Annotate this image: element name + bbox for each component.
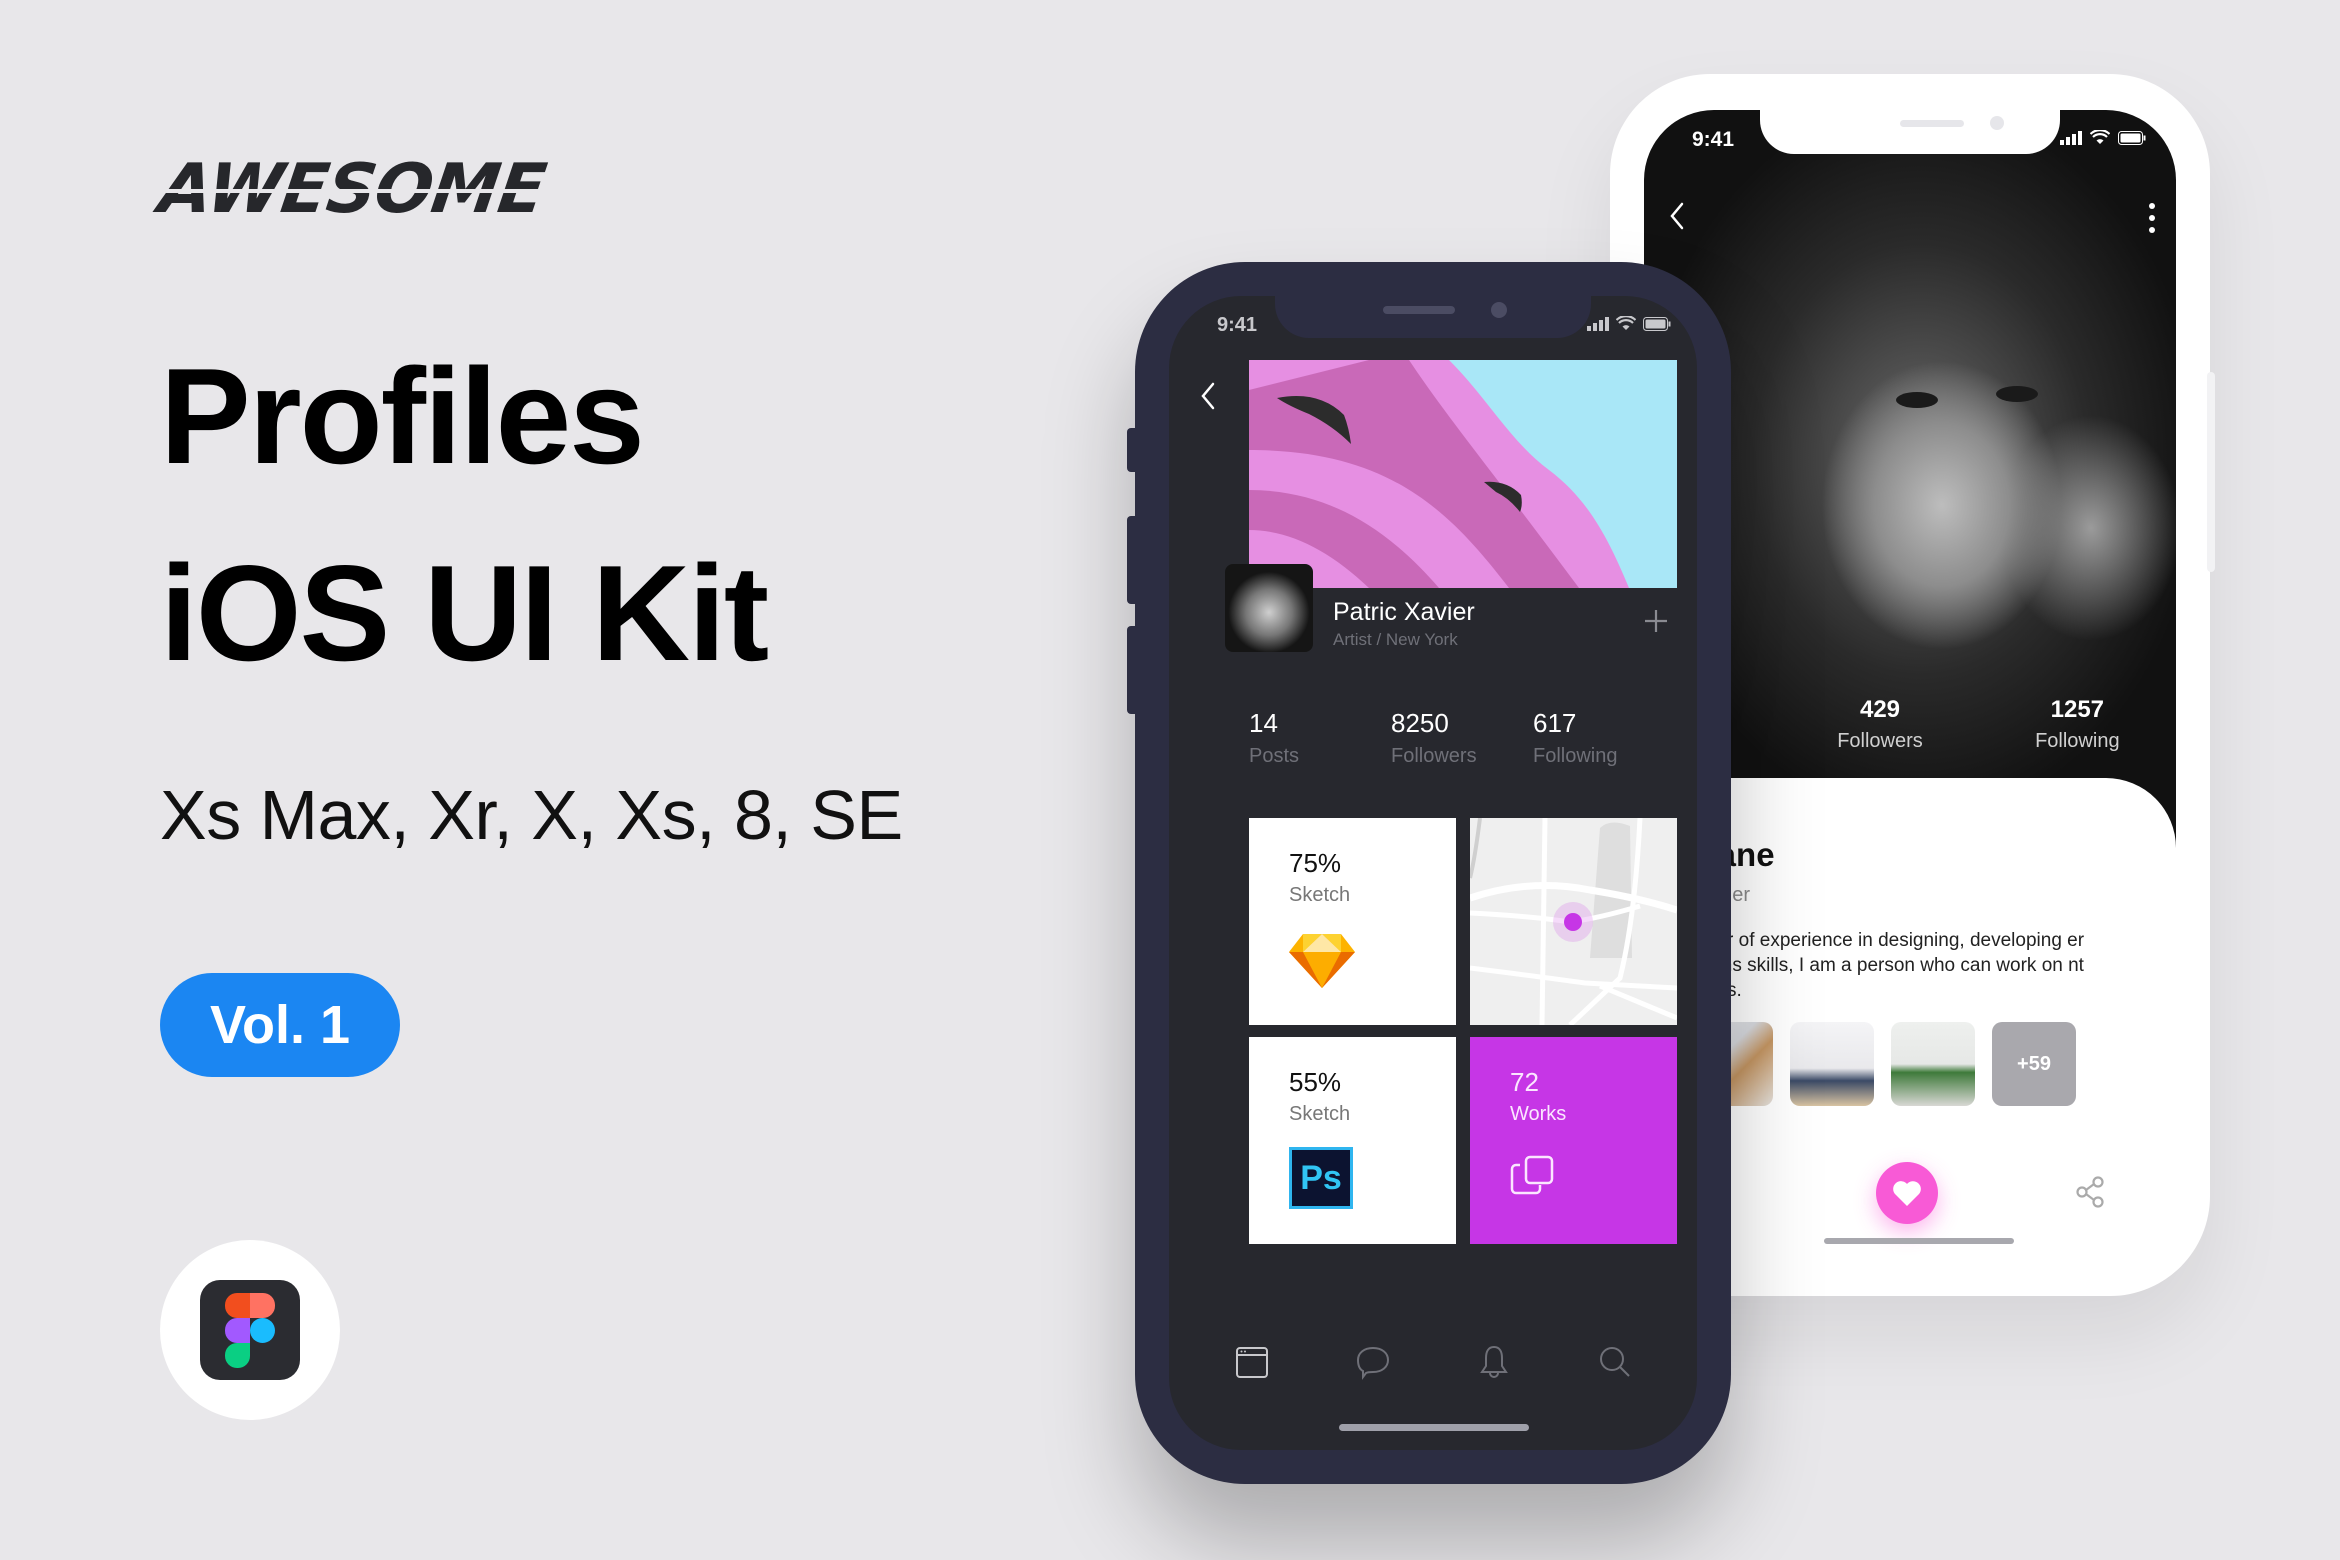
volume-badge: Vol. 1 xyxy=(160,973,400,1077)
dark-phone-screen: 9:41 Patric Xavier Artist / New York 14 P… xyxy=(1169,296,1697,1450)
stat-followers[interactable]: 8250 Followers xyxy=(1391,708,1533,768)
signal-icon xyxy=(1587,316,1609,331)
phone-notch xyxy=(1760,110,2060,154)
volume-up-button xyxy=(1127,516,1137,604)
back-button[interactable] xyxy=(1193,376,1223,416)
home-indicator[interactable] xyxy=(1824,1238,2014,1244)
skill-card-sketch[interactable]: 75% Sketch xyxy=(1249,818,1456,1025)
gallery-more-button[interactable]: +59 xyxy=(1992,1022,2076,1106)
follow-plus-button[interactable] xyxy=(1643,608,1669,634)
brand-logo: AWESOME xyxy=(154,150,549,229)
tab-chat-bubble-icon[interactable] xyxy=(1355,1344,1391,1380)
cover-art xyxy=(1249,360,1677,588)
gallery-thumb[interactable] xyxy=(1790,1022,1874,1106)
tab-browser-window-icon[interactable] xyxy=(1234,1344,1270,1380)
like-button[interactable] xyxy=(1876,1162,1938,1224)
headline-subtitle: iOS UI Kit xyxy=(160,537,769,689)
status-time: 9:41 xyxy=(1692,128,1735,151)
brand-slash-line xyxy=(155,188,549,193)
copy-icon xyxy=(1510,1155,1554,1195)
wifi-icon xyxy=(2090,130,2110,144)
status-time: 9:41 xyxy=(1217,314,1258,336)
status-icons xyxy=(1587,316,1671,331)
tab-search-icon[interactable] xyxy=(1597,1344,1633,1380)
tab-bar xyxy=(1169,1344,1697,1380)
battery-icon xyxy=(2118,130,2146,145)
back-button[interactable] xyxy=(1662,196,1694,236)
mute-switch xyxy=(1127,428,1137,472)
map-tiles xyxy=(1470,818,1677,1025)
skills-grid: 75% Sketch 55% Sketch Ps 72 Works xyxy=(1249,818,1677,1244)
more-options-button[interactable] xyxy=(2142,198,2162,238)
phone-notch xyxy=(1275,296,1591,338)
stat-followers[interactable]: 429 Followers xyxy=(1781,696,1978,753)
wifi-icon xyxy=(1616,316,1636,330)
signal-icon xyxy=(2060,130,2082,145)
figma-icon xyxy=(200,1280,300,1380)
profile-stats: 14 Posts 8250 Followers 617 Following xyxy=(1249,708,1675,768)
battery-icon xyxy=(1643,316,1671,331)
volume-down-button xyxy=(1127,626,1137,714)
skill-card-photoshop[interactable]: 55% Sketch Ps xyxy=(1249,1037,1456,1244)
share-button[interactable] xyxy=(2076,1176,2106,1208)
profile-bio: ne year of experience in designing, deve… xyxy=(1670,930,2085,1001)
cover-image xyxy=(1249,360,1677,588)
location-pin-icon xyxy=(1564,913,1582,931)
location-map[interactable] xyxy=(1470,818,1677,1025)
heart-icon xyxy=(1893,1181,1921,1206)
supported-devices: Xs Max, Xr, X, Xs, 8, SE xyxy=(160,776,903,854)
sketch-icon xyxy=(1289,934,1355,988)
photoshop-icon: Ps xyxy=(1289,1147,1353,1209)
profile-avatar[interactable] xyxy=(1225,564,1313,652)
gallery-thumb[interactable] xyxy=(1891,1022,1975,1106)
status-icons xyxy=(2060,130,2146,145)
profile-subtitle: Artist / New York xyxy=(1333,630,1458,649)
profile-name: Patric Xavier xyxy=(1333,598,1475,626)
home-indicator[interactable] xyxy=(1339,1424,1529,1431)
tab-bell-icon[interactable] xyxy=(1476,1344,1512,1380)
headline-title: Profiles xyxy=(160,340,645,492)
volume-badge-label: Vol. 1 xyxy=(209,995,351,1055)
stat-following[interactable]: 1257 Following xyxy=(1979,696,2176,753)
stat-following[interactable]: 617 Following xyxy=(1533,708,1675,768)
works-card[interactable]: 72 Works xyxy=(1470,1037,1677,1244)
stat-posts[interactable]: 14 Posts xyxy=(1249,708,1391,768)
side-button xyxy=(2207,372,2215,572)
figma-badge xyxy=(160,1240,340,1420)
dark-phone-mockup: 9:41 Patric Xavier Artist / New York 14 P… xyxy=(1127,262,1731,1484)
